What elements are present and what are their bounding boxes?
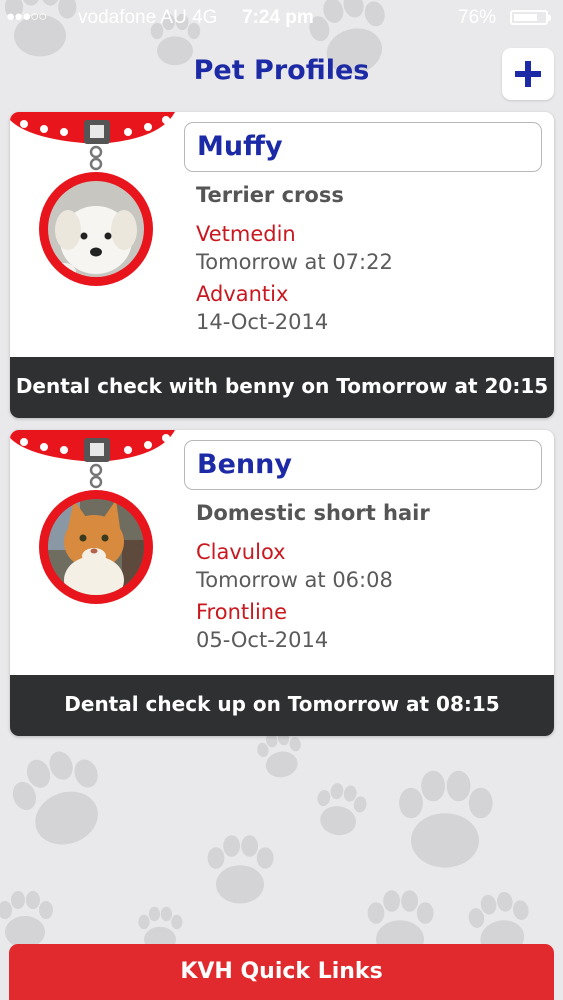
carrier-label: vodafone AU 4G [78,7,218,28]
battery-percent: 76% [458,7,497,28]
reminder-bar[interactable]: Dental check with benny on Tomorrow at 2… [10,357,554,418]
add-pet-button[interactable] [502,48,554,100]
status-bar: ●●●○○ vodafone AU 4G 7:24 pm 76% [0,0,563,36]
battery-icon [510,10,551,25]
medication-due: 05-Oct-2014 [196,628,329,652]
pet-breed: Terrier cross [196,183,344,207]
pet-card[interactable]: Muffy Terrier cross Vetmedin Tomorrow at… [10,112,554,418]
medication-due: Tomorrow at 07:22 [196,250,393,274]
reminder-bar[interactable]: Dental check up on Tomorrow at 08:15 [10,675,554,736]
medication-name: Vetmedin [196,222,296,246]
medication-name: Clavulox [196,540,286,564]
plus-icon [515,61,541,87]
medication-due: Tomorrow at 06:08 [196,568,393,592]
page-title: Pet Profiles [193,55,370,86]
clock: 7:24 pm [242,7,314,28]
pet-card[interactable]: Benny Domestic short hair Clavulox Tomor… [10,430,554,736]
quick-links-button[interactable]: KVH Quick Links [9,944,554,1000]
pet-photo-benny [48,499,144,595]
signal-strength: ●●●○○ [6,8,47,25]
pet-name-field[interactable]: Muffy [184,122,542,172]
pet-name-field[interactable]: Benny [184,440,542,490]
pet-photo-muffy [48,181,144,277]
medication-name: Frontline [196,600,288,624]
medication-due: 14-Oct-2014 [196,310,329,334]
pet-breed: Domestic short hair [196,501,430,525]
medication-name: Advantix [196,282,289,306]
